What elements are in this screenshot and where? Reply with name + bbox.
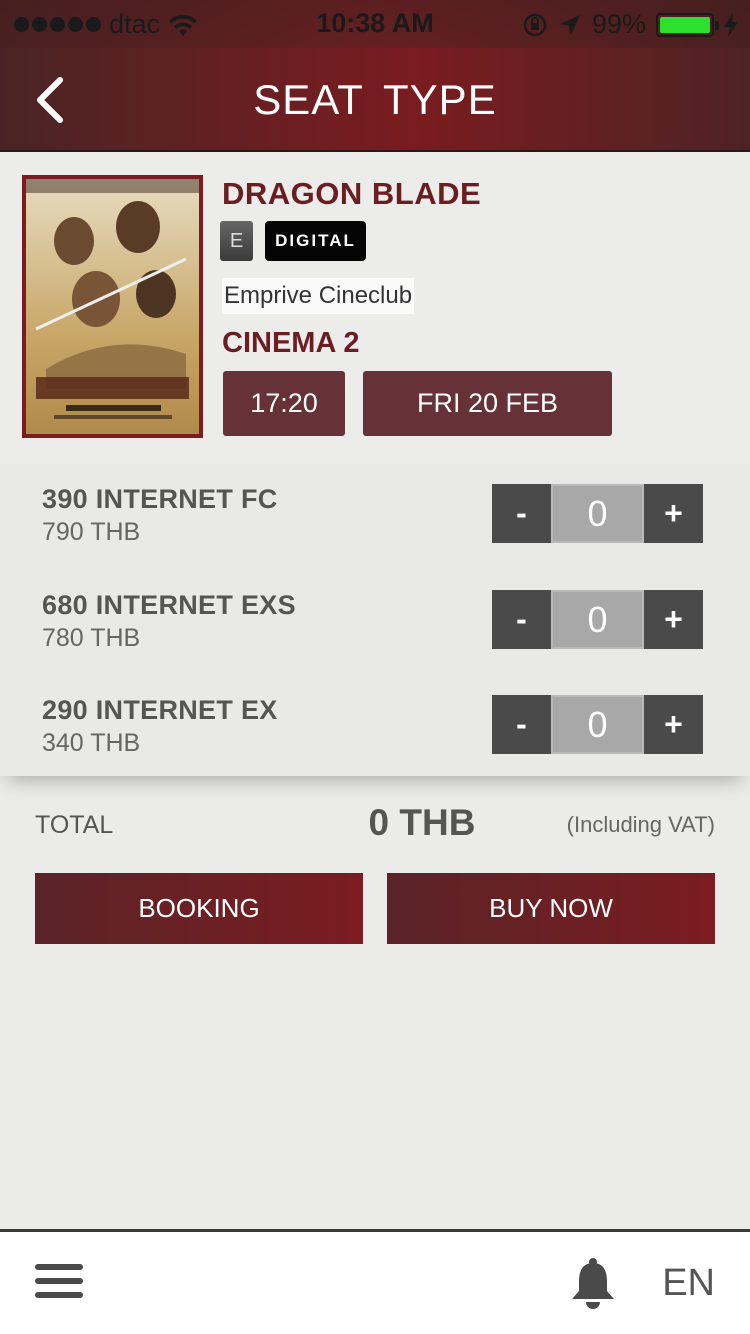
seat-type-row: 680 INTERNET EXS 780 THB - 0 + — [0, 570, 750, 670]
language-toggle[interactable]: EN — [662, 1262, 715, 1305]
seat-type-price: 780 THB — [42, 624, 141, 652]
decrement-button[interactable]: - — [492, 484, 551, 543]
rating-badge: E — [220, 221, 253, 261]
movie-title: DRAGON BLADE — [222, 176, 482, 211]
hall-name: CINEMA 2 — [222, 327, 360, 359]
status-bar: dtac 10:38 AM 99% — [0, 0, 750, 48]
seat-type-row: 390 INTERNET FC 790 THB - 0 + — [0, 464, 750, 564]
battery-icon — [656, 12, 719, 37]
quantity-value[interactable]: 0 — [551, 695, 644, 754]
increment-button[interactable]: + — [644, 484, 703, 543]
quantity-stepper: - 0 + — [492, 695, 703, 754]
format-badge: DIGITAL — [265, 221, 366, 261]
increment-button[interactable]: + — [644, 590, 703, 649]
seat-type-price: 790 THB — [42, 518, 141, 546]
decrement-button[interactable]: - — [492, 590, 551, 649]
battery-percent: 99% — [591, 9, 646, 39]
page-title: SEAT TYPE — [253, 76, 497, 123]
bottom-tab-bar: EN — [0, 1229, 750, 1334]
quantity-stepper: - 0 + — [492, 484, 703, 543]
cinema-name: Emprive Cineclub — [222, 278, 415, 314]
seat-type-name: 290 INTERNET EX — [42, 695, 278, 725]
orientation-lock-icon — [523, 13, 547, 36]
quantity-value[interactable]: 0 — [551, 590, 644, 649]
booking-button[interactable]: BOOKING — [35, 873, 363, 944]
quantity-stepper: - 0 + — [492, 590, 703, 649]
show-date-chip: FRI 20 FEB — [363, 371, 612, 436]
decrement-button[interactable]: - — [492, 695, 551, 754]
location-arrow-icon — [559, 14, 580, 35]
movie-info-card: DRAGON BLADE E DIGITAL Emprive Cineclub … — [0, 152, 750, 464]
quantity-value[interactable]: 0 — [551, 484, 644, 543]
bell-icon[interactable] — [568, 1257, 618, 1309]
menu-icon[interactable] — [35, 1264, 83, 1302]
charging-bolt-icon — [724, 12, 738, 37]
vat-note: (Including VAT) — [566, 812, 715, 837]
movie-poster — [22, 175, 203, 438]
seat-type-name: 390 INTERNET FC — [42, 484, 278, 514]
nav-header: SEAT TYPE — [0, 48, 750, 152]
showtime-chip: 17:20 — [223, 371, 345, 436]
seat-type-price: 340 THB — [42, 729, 141, 757]
seat-type-name: 680 INTERNET EXS — [42, 590, 296, 620]
increment-button[interactable]: + — [644, 695, 703, 754]
seat-type-row: 290 INTERNET EX 340 THB - 0 + — [0, 675, 750, 775]
seat-type-list: 390 INTERNET FC 790 THB - 0 + 680 INTERN… — [0, 464, 750, 776]
status-indicators: 99% — [522, 9, 738, 40]
buy-now-button[interactable]: BUY NOW — [387, 873, 715, 944]
